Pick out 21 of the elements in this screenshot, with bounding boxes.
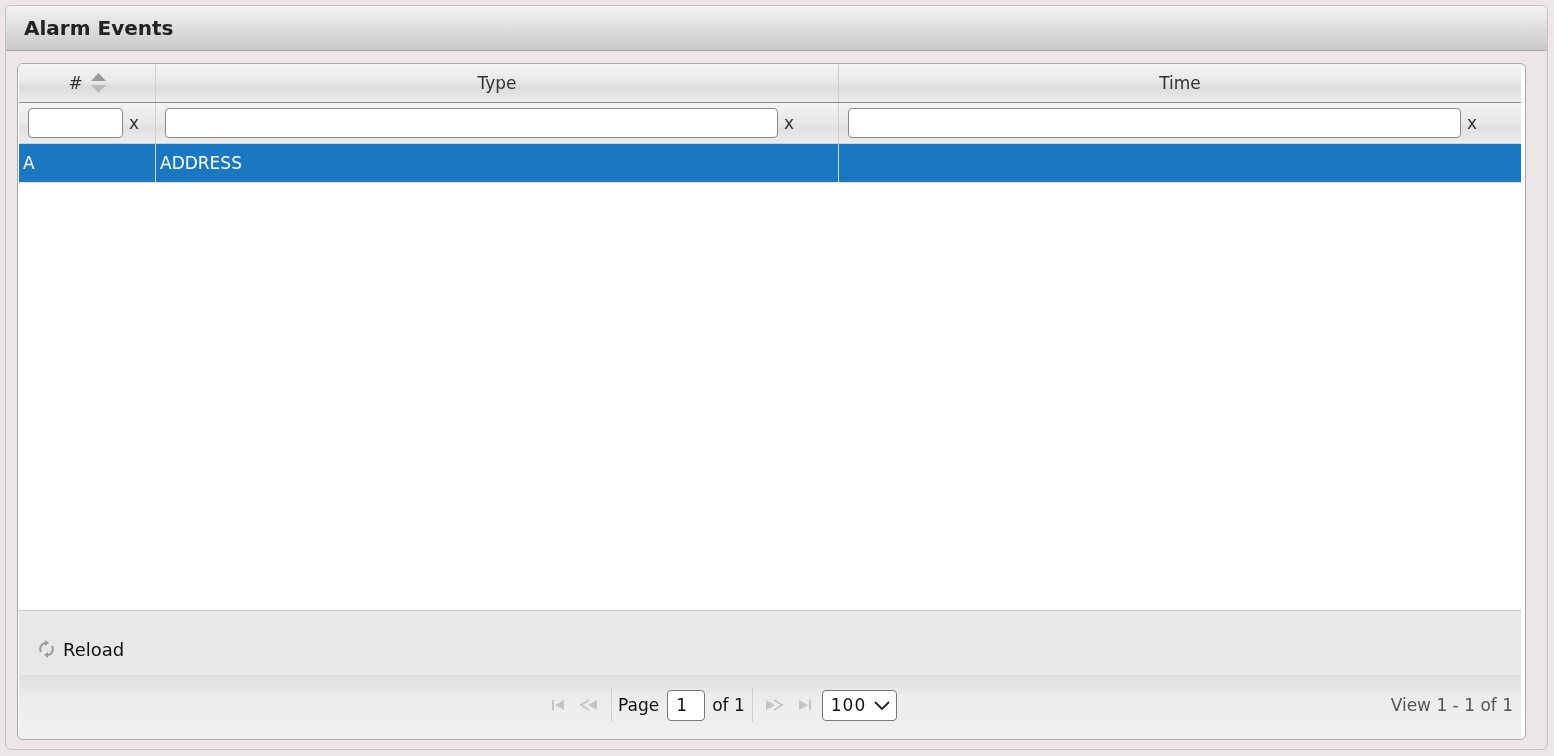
page-count-label: of 1 [712, 695, 745, 715]
page-size-select[interactable]: 100 [821, 689, 898, 721]
page-field[interactable]: 1 [667, 689, 706, 721]
filter-field[interactable] [28, 108, 123, 138]
filter-field[interactable] [165, 108, 778, 138]
column-header[interactable]: Time [839, 64, 1521, 102]
clear-filter-button[interactable]: x [128, 113, 139, 133]
panel-title: Alarm Events [24, 16, 174, 40]
view-info: View 1 - 1 of 1 [1390, 695, 1514, 715]
table-row[interactable]: A ADDRESS [19, 144, 1521, 183]
reload-button[interactable]: Reload [38, 638, 125, 660]
clear-filter-button[interactable]: x [783, 113, 794, 133]
refresh-icon [38, 640, 55, 658]
filter-field[interactable] [848, 108, 1461, 138]
clear-filter-button[interactable]: x [1466, 113, 1477, 133]
table-cell: ADDRESS [160, 153, 242, 173]
column-header[interactable]: # [19, 64, 156, 102]
page-label: Page [618, 695, 660, 715]
column-header[interactable]: Type [156, 64, 839, 102]
caret-icon [874, 700, 891, 710]
table-cell: A [23, 153, 35, 173]
